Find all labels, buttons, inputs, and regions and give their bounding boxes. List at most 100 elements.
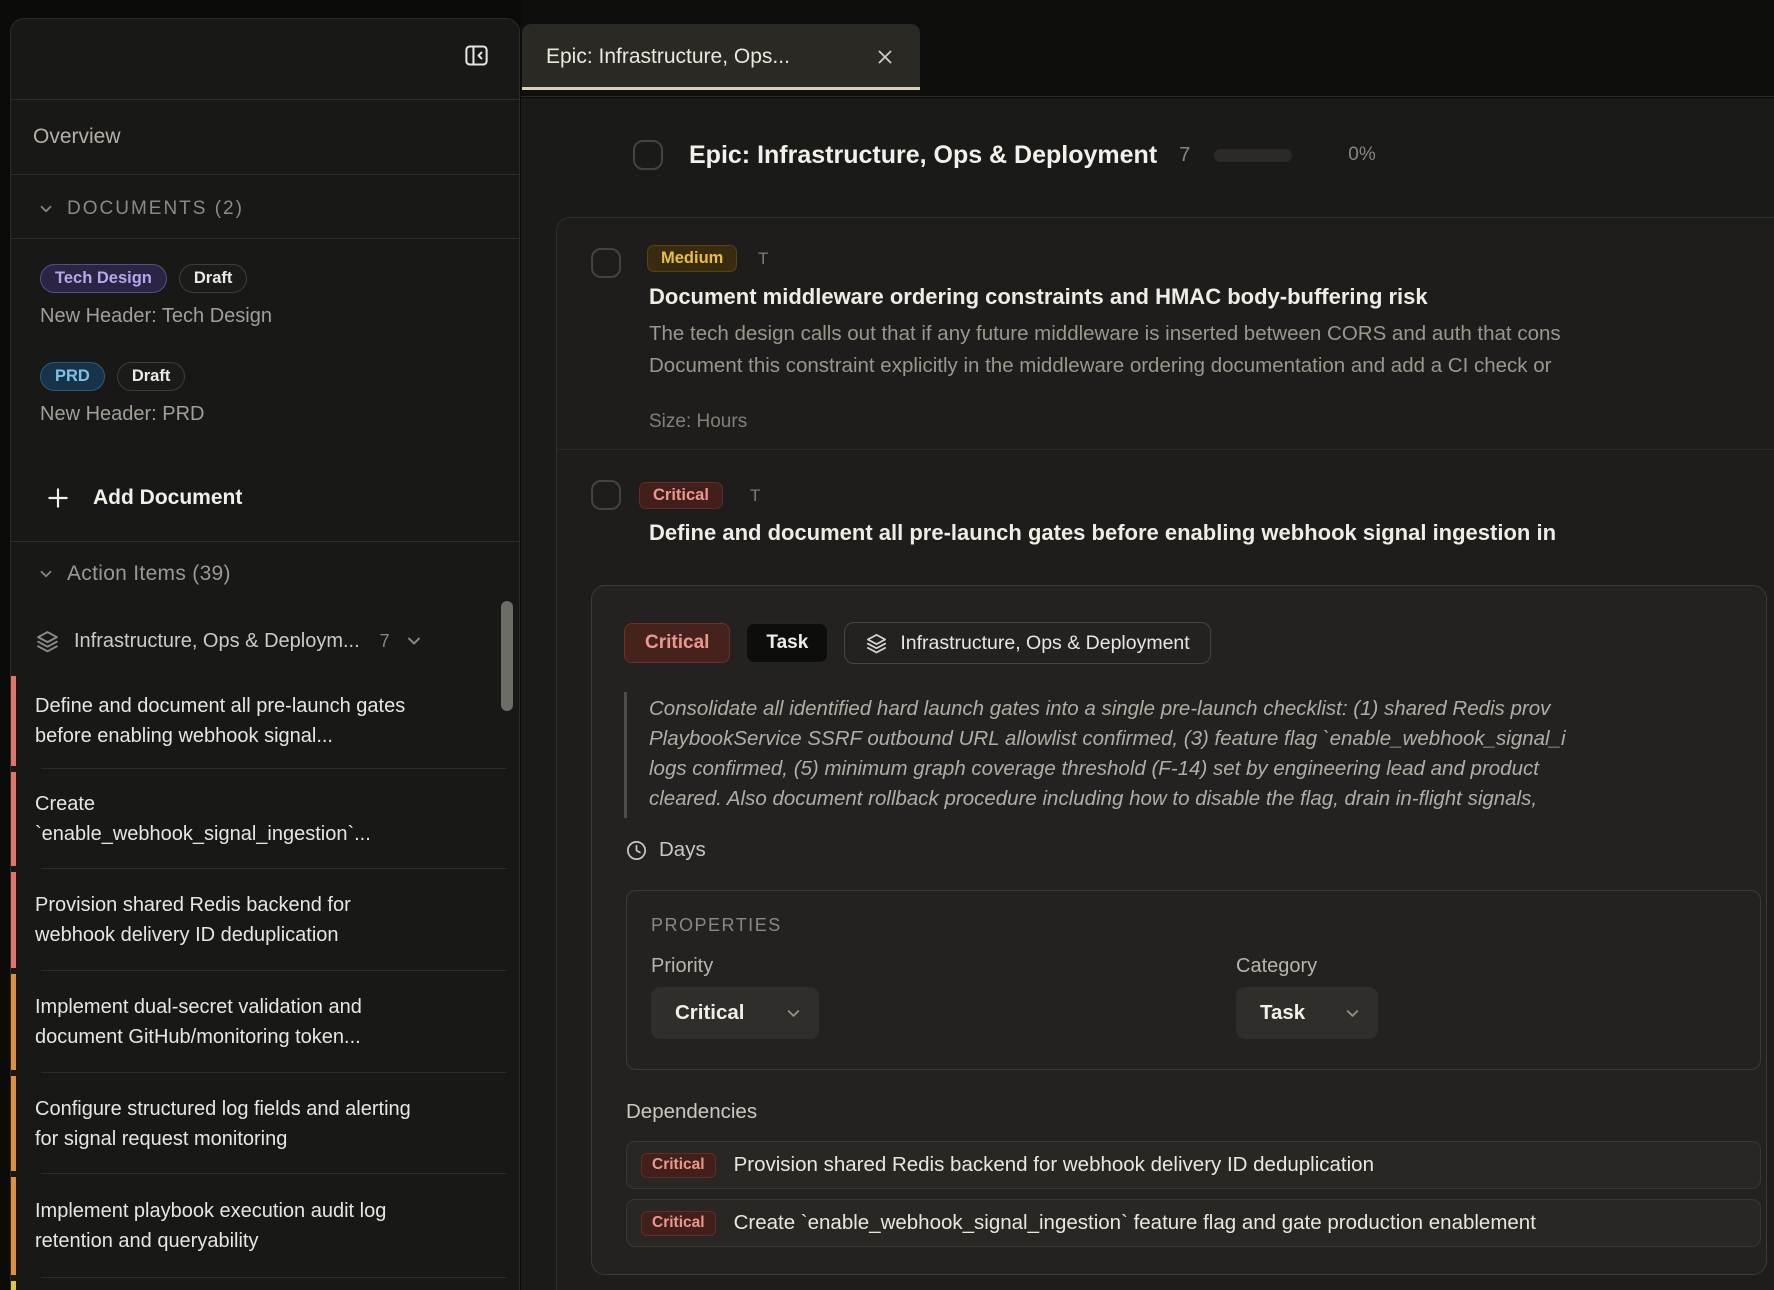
dependency-row[interactable]: Critical Create `enable_webhook_signal_i…	[626, 1199, 1761, 1247]
document-item-badges: Tech Design Draft	[40, 264, 247, 293]
quote-line: PlaybookService SSRF outbound URL allowl…	[649, 724, 1766, 754]
category-dropdown[interactable]: Task	[1236, 987, 1378, 1039]
divider	[11, 541, 519, 542]
task-type-letter: T	[758, 249, 768, 269]
doc-type-badge: Tech Design	[40, 264, 167, 293]
dependency-priority-badge: Critical	[641, 1153, 716, 1178]
priority-badge-medium: Medium	[647, 245, 737, 272]
tab-title: Epic: Infrastructure, Ops...	[546, 45, 870, 69]
task-detail-quote: Consolidate all identified hard launch g…	[649, 694, 1766, 814]
priority-strip	[11, 1076, 16, 1171]
detail-badges-row: Critical Task Infrastructure, Ops & Depl…	[624, 622, 1211, 664]
epic-title: Epic: Infrastructure, Ops & Deployment	[689, 141, 1157, 170]
divider	[11, 174, 519, 175]
task-size-label: Size: Hours	[649, 411, 747, 433]
task-title[interactable]: Define and document all pre-launch gates…	[649, 520, 1774, 546]
quote-line: logs confirmed, (5) minimum graph covera…	[649, 754, 1766, 784]
action-item[interactable]: Provision shared Redis backend for webho…	[11, 869, 519, 971]
action-items-section-header[interactable]: Action Items (39)	[37, 552, 231, 596]
action-items-header-label: Action Items (39)	[67, 562, 231, 586]
action-item[interactable]: Define and document all pre-launch gates…	[11, 673, 519, 769]
priority-strip	[11, 676, 16, 766]
tab-epic[interactable]: Epic: Infrastructure, Ops...	[522, 24, 920, 90]
chevron-down-icon	[404, 631, 424, 651]
quote-line: Consolidate all identified hard launch g…	[649, 694, 1766, 724]
sidebar-collapse-button[interactable]	[459, 37, 493, 73]
chevron-down-icon	[1343, 1004, 1362, 1023]
action-item-title: Provision shared Redis backend for webho…	[35, 890, 427, 950]
tab-close-button[interactable]	[870, 42, 900, 72]
priority-strip	[11, 1281, 16, 1290]
layers-icon	[35, 629, 60, 654]
priority-badge-critical[interactable]: Critical	[624, 623, 730, 663]
action-item[interactable]: Implement dual-secret validation and doc…	[11, 971, 519, 1073]
documents-section-header[interactable]: DOCUMENTS (2)	[37, 189, 244, 229]
chevron-down-icon	[37, 565, 55, 583]
properties-header: PROPERTIES	[651, 915, 782, 936]
action-item-title: Implement dual-secret validation and doc…	[35, 992, 427, 1052]
task-description-line: The tech design calls out that if any fu…	[649, 318, 1774, 350]
epic-group-count: 7	[380, 631, 390, 652]
divider	[41, 1277, 507, 1278]
priority-dropdown[interactable]: Critical	[651, 987, 819, 1039]
action-item-title: Configure structured log fields and aler…	[35, 1094, 427, 1154]
doc-status-badge: Draft	[179, 264, 248, 293]
task-title[interactable]: Document middleware ordering constraints…	[649, 284, 1428, 310]
quote-line: cleared. Also document rollback procedur…	[649, 784, 1766, 814]
category-dropdown-value: Task	[1260, 1001, 1305, 1025]
priority-badge-critical: Critical	[639, 482, 723, 509]
epic-group-row[interactable]: Infrastructure, Ops & Deploym... 7	[35, 619, 435, 663]
add-document-label: Add Document	[93, 486, 242, 510]
action-item[interactable]: Implement playbook execution audit log r…	[11, 1174, 519, 1278]
document-item[interactable]: New Header: Tech Design	[40, 305, 272, 328]
category-field-label: Category	[1236, 955, 1317, 978]
priority-dropdown-value: Critical	[675, 1001, 745, 1025]
dependencies-label: Dependencies	[626, 1100, 757, 1124]
task-description-line: Document this constraint explicitly in t…	[649, 350, 1774, 382]
action-item-title: Implement playbook execution audit log r…	[35, 1196, 427, 1256]
effort-label: Days	[659, 838, 706, 862]
action-item-title: Define and document all pre-launch gates…	[35, 691, 427, 751]
dependency-priority-badge: Critical	[641, 1211, 716, 1236]
document-item[interactable]: New Header: PRD	[40, 403, 205, 426]
add-document-button[interactable]: Add Document	[45, 474, 242, 522]
divider	[11, 99, 519, 100]
sidebar-item-overview[interactable]: Overview	[33, 111, 121, 163]
blockquote-bar	[624, 692, 627, 818]
epic-header-row: Epic: Infrastructure, Ops & Deployment 7…	[633, 128, 1376, 182]
sidebar-scrollbar[interactable]	[501, 601, 513, 711]
sidebar: Overview DOCUMENTS (2) Tech Design Draft…	[10, 18, 520, 1290]
priority-strip	[11, 772, 16, 866]
chevron-down-icon	[37, 200, 55, 218]
epic-task-count: 7	[1179, 144, 1190, 167]
panel-collapse-icon	[463, 42, 490, 69]
layers-icon	[865, 632, 888, 655]
app-window: Overview DOCUMENTS (2) Tech Design Draft…	[0, 0, 1774, 1290]
category-badge[interactable]: Infrastructure, Ops & Deployment	[844, 622, 1210, 664]
divider	[557, 449, 1774, 450]
doc-type-badge: PRD	[40, 362, 105, 391]
divider	[11, 238, 519, 239]
plus-icon	[45, 485, 71, 511]
effort-row: Days	[625, 838, 706, 862]
document-item-badges: PRD Draft	[40, 362, 185, 391]
task-checkbox[interactable]	[591, 480, 621, 510]
priority-field-label: Priority	[651, 955, 713, 978]
action-item[interactable]: Configure structured log fields and aler…	[11, 1073, 519, 1174]
action-item-title: Create `enable_webhook_signal_ingestion`…	[35, 789, 427, 849]
priority-strip	[11, 872, 16, 968]
action-item[interactable]: Create `enable_webhook_signal_ingestion`…	[11, 769, 519, 869]
epic-checkbox[interactable]	[633, 140, 663, 170]
epic-progress-bar	[1214, 149, 1292, 162]
documents-header-label: DOCUMENTS (2)	[67, 198, 244, 220]
properties-box: PROPERTIES Priority Critical Category Ta…	[626, 890, 1761, 1070]
dependency-title: Create `enable_webhook_signal_ingestion`…	[734, 1211, 1536, 1235]
dependency-title: Provision shared Redis backend for webho…	[734, 1153, 1374, 1177]
type-badge-task[interactable]: Task	[746, 623, 828, 663]
task-checkbox[interactable]	[591, 248, 621, 278]
task-detail-panel: Critical Task Infrastructure, Ops & Depl…	[591, 585, 1767, 1275]
epic-progress-percent: 0%	[1348, 144, 1375, 166]
epic-group-label: Infrastructure, Ops & Deploym...	[74, 630, 360, 653]
dependency-row[interactable]: Critical Provision shared Redis backend …	[626, 1141, 1761, 1189]
priority-strip	[11, 974, 16, 1070]
